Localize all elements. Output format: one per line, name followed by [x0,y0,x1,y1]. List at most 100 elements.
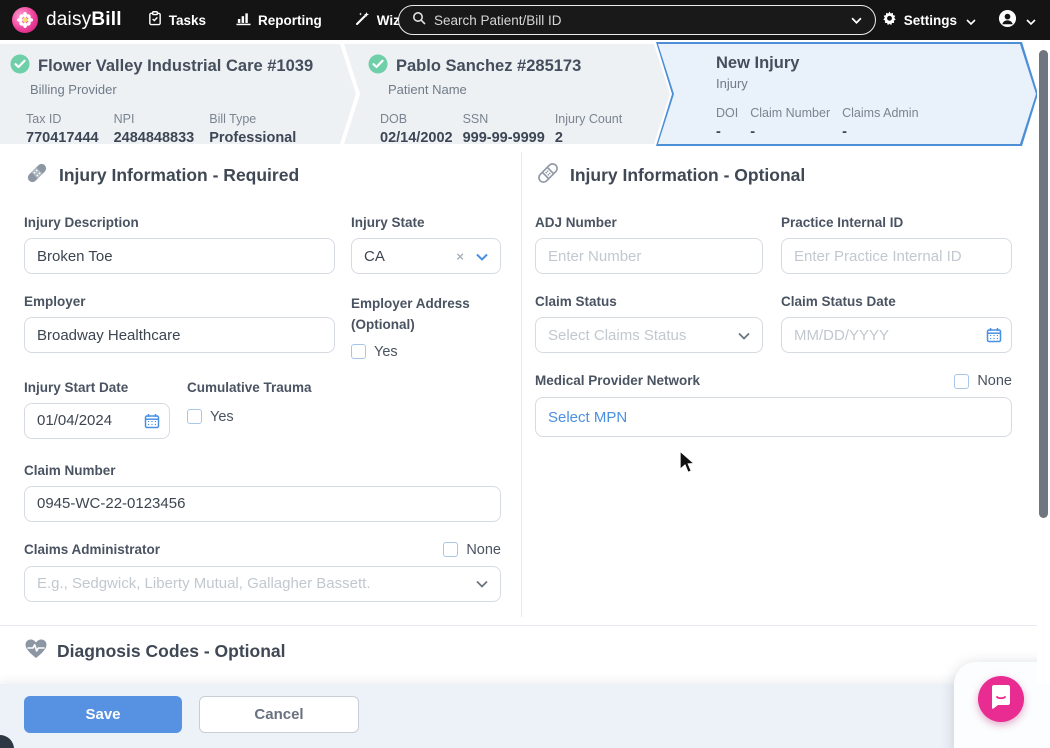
step-field: DOI - [716,106,738,140]
magnifier-icon [412,11,426,30]
nav-tasks[interactable]: Tasks [148,11,206,29]
claim-status-placeholder: Select Claims Status [548,327,686,344]
step-field: Injury Count 2 [555,112,622,146]
claims-administrator-placeholder: E.g., Sedgwick, Liberty Mutual, Gallaghe… [37,575,371,592]
nav-reporting[interactable]: Reporting [236,12,322,29]
calendar-icon[interactable] [144,413,160,434]
bandage-icon [535,160,561,191]
step-field: SSN 999-99-9999 [463,112,545,146]
check-circle-icon [368,54,388,79]
chevron-down-icon[interactable] [738,327,750,344]
claim-status-select[interactable]: Select Claims Status [535,317,763,353]
injury-description-label: Injury Description [24,215,335,230]
step-title: Flower Valley Industrial Care #1039 [38,57,313,76]
claim-status-label: Claim Status [535,294,763,309]
employer-address-yes-label: Yes [374,344,398,360]
cumulative-trauma-yes-label: Yes [210,409,234,425]
mpn-placeholder: Select MPN [548,409,627,426]
step-title: Pablo Sanchez #285173 [396,57,581,76]
section-divider [0,625,1037,626]
nav-account[interactable] [998,9,1036,31]
scrollbar-thumb[interactable] [1039,50,1048,518]
claims-admin-none-checkline[interactable]: None [443,542,501,558]
claims-admin-none-checkbox[interactable] [443,542,458,557]
user-circle-icon [998,9,1017,31]
breadcrumb-step-patient[interactable]: Pablo Sanchez #285173 Patient Name DOB 0… [344,44,670,144]
claim-number-label: Claim Number [24,463,501,478]
claim-status-date-label: Claim Status Date [781,294,1012,309]
search-placeholder: Search Patient/Bill ID [434,13,562,28]
employer-address-yes-checkline[interactable]: Yes [351,344,501,360]
scrollbar-track[interactable] [1037,40,1050,684]
clear-icon[interactable]: × [456,249,464,264]
employer-input[interactable] [24,317,335,353]
practice-internal-id-label: Practice Internal ID [781,215,1012,230]
chevron-down-icon[interactable] [476,248,488,265]
injury-state-label: Injury State [351,215,501,230]
calendar-icon[interactable] [986,327,1002,348]
mpn-none-checkline[interactable]: None [954,373,1012,389]
injury-start-date-label: Injury Start Date [24,380,170,395]
injury-state-select[interactable]: CA × [351,238,501,274]
step-field: DOB 02/14/2002 [380,112,453,146]
nav-settings[interactable]: Settings [882,11,976,29]
mpn-select[interactable]: Select MPN [535,397,1012,437]
bandage-icon [24,160,50,191]
adj-number-label: ADJ Number [535,215,763,230]
gear-icon [882,11,897,29]
step-field: Tax ID 770417444 [26,112,99,146]
form-action-bar: Save Cancel [0,684,1050,748]
brand-wordmark: daisyBill [46,9,122,31]
breadcrumb-step-billing-provider[interactable]: Flower Valley Industrial Care #1039 Bill… [0,44,356,144]
magic-wand-icon [354,11,370,30]
employer-address-label: Employer Address (Optional) [351,294,501,336]
save-button[interactable]: Save [24,696,182,733]
claims-administrator-select[interactable]: E.g., Sedgwick, Liberty Mutual, Gallaghe… [24,566,501,602]
cumulative-trauma-yes-checkline[interactable]: Yes [187,409,501,425]
chevron-down-icon [1026,13,1036,28]
claim-number-input[interactable] [24,486,501,522]
column-divider [521,152,522,617]
step-field: Bill Type Professional [209,112,296,146]
injury-description-input[interactable] [24,238,335,274]
chevron-down-icon [966,13,976,28]
step-subtitle: Injury [716,76,1036,91]
claims-admin-none-label: None [466,542,501,558]
claim-status-date-input[interactable] [781,317,1012,353]
step-subtitle: Billing Provider [30,82,356,97]
mpn-none-checkbox[interactable] [954,374,969,389]
mpn-label: Medical Provider Network [535,373,700,388]
claims-administrator-label: Claims Administrator [24,542,160,557]
nav-settings-label: Settings [904,13,957,28]
section-title-optional: Injury Information - Optional [570,165,805,186]
step-field: Claims Admin - [842,106,918,140]
chat-launcher-button[interactable] [978,676,1024,722]
adj-number-input[interactable] [535,238,763,274]
step-title: New Injury [716,54,799,73]
step-field: NPI 2484848833 [114,112,195,146]
chevron-down-icon[interactable] [851,11,862,29]
injury-state-value: CA [364,248,385,265]
cumulative-trauma-label: Cumulative Trauma [187,380,501,395]
employer-label: Employer [24,294,335,309]
wizard-breadcrumb: Flower Valley Industrial Care #1039 Bill… [0,40,1050,148]
bar-chart-icon [236,12,251,29]
employer-address-yes-checkbox[interactable] [351,344,366,359]
brand-logo[interactable]: daisyBill [12,7,122,33]
section-title-diagnosis: Diagnosis Codes - Optional [57,641,286,662]
nav-reporting-label: Reporting [258,13,322,28]
heart-pulse-icon [24,638,48,665]
injury-form: Injury Information - Required Injury Des… [0,148,1037,684]
breadcrumb-step-injury-active[interactable]: New Injury Injury DOI - Claim Number - C… [658,44,1036,144]
chevron-down-icon[interactable] [476,575,488,592]
mpn-none-label: None [977,373,1012,389]
check-circle-icon [10,54,30,79]
clipboard-check-icon [148,11,162,29]
cancel-button[interactable]: Cancel [199,696,359,733]
cumulative-trauma-yes-checkbox[interactable] [187,409,202,424]
section-title-required: Injury Information - Required [59,165,299,186]
practice-internal-id-input[interactable] [781,238,1012,274]
top-navbar: daisyBill Tasks Reporting [0,0,1050,40]
step-field: Claim Number - [750,106,830,140]
search-input[interactable]: Search Patient/Bill ID [398,5,876,35]
